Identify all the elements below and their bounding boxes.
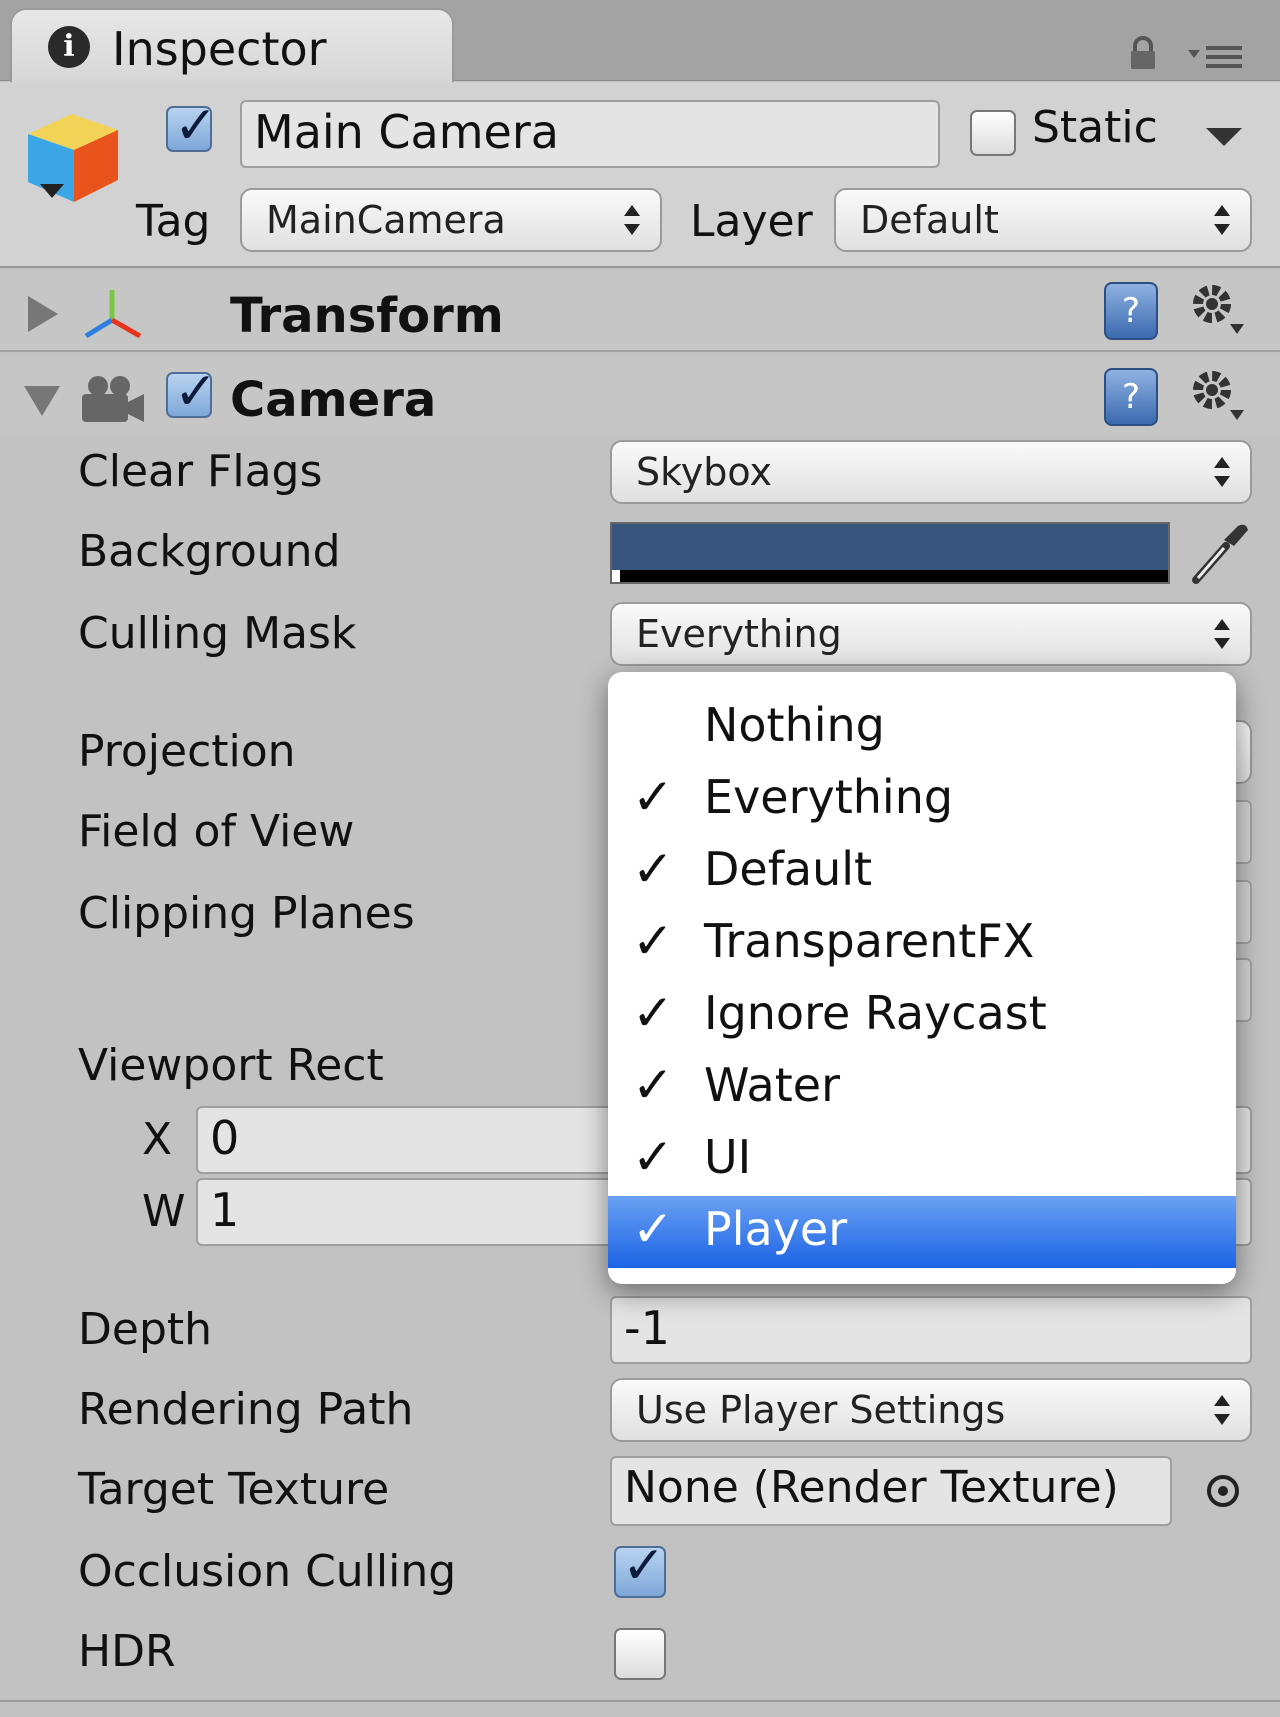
camera-help-icon[interactable]: ?	[1104, 368, 1158, 426]
camera-gear-icon[interactable]	[1188, 366, 1248, 426]
menu-item-label: Default	[704, 842, 873, 896]
menu-item-check: ✓	[632, 1056, 674, 1114]
rendering-path-dropdown[interactable]: Use Player Settings	[610, 1378, 1252, 1442]
menu-item-check: ✓	[632, 768, 674, 826]
occlusion-check-mark: ✓	[622, 1536, 666, 1596]
occlusion-culling-label: Occlusion Culling	[78, 1546, 457, 1597]
object-name-field[interactable]: Main Camera	[240, 100, 940, 168]
gameobject-cube-icon	[28, 114, 118, 202]
clear-flags-dropdown[interactable]: Skybox	[610, 440, 1252, 504]
target-texture-field[interactable]: None (Render Texture)	[610, 1456, 1172, 1526]
active-check-mark: ✓	[174, 96, 218, 156]
transform-gear-icon[interactable]	[1188, 280, 1248, 340]
culling-mask-value: Everything	[636, 612, 842, 656]
static-checkbox[interactable]	[970, 110, 1016, 156]
viewport-x-label: X	[142, 1114, 173, 1165]
depth-field[interactable]: -1	[610, 1296, 1252, 1364]
layer-dropdown-arrows-icon	[1214, 205, 1230, 235]
clear-flags-label: Clear Flags	[78, 446, 323, 497]
menu-item-nothing[interactable]: Nothing	[608, 692, 1236, 764]
projection-label: Projection	[78, 726, 296, 777]
target-texture-label: Target Texture	[78, 1464, 390, 1515]
viewport-rect-label: Viewport Rect	[78, 1040, 384, 1091]
clear-flags-arrows-icon	[1214, 457, 1230, 487]
camera-icon	[82, 376, 144, 422]
culling-mask-arrows-icon	[1214, 619, 1230, 649]
viewport-w-field[interactable]: 1	[196, 1178, 616, 1246]
tag-value: MainCamera	[266, 198, 506, 242]
active-checkbox[interactable]: ✓	[166, 96, 218, 156]
menu-item-everything[interactable]: ✓ Everything	[608, 764, 1236, 836]
clipping-planes-label: Clipping Planes	[78, 888, 415, 939]
menu-item-label: Water	[704, 1058, 840, 1112]
menu-item-water[interactable]: ✓ Water	[608, 1052, 1236, 1124]
eyedropper-icon[interactable]	[1186, 520, 1252, 588]
menu-item-transparentfx[interactable]: ✓ TransparentFX	[608, 908, 1236, 980]
transform-foldout-icon[interactable]	[28, 296, 58, 332]
rendering-path-label: Rendering Path	[78, 1384, 414, 1435]
transform-axes-icon	[84, 290, 142, 339]
static-dropdown-icon[interactable]	[1204, 124, 1244, 148]
bottom-divider	[0, 1700, 1280, 1702]
camera-enabled-check-mark: ✓	[174, 362, 218, 422]
rendering-path-value: Use Player Settings	[636, 1388, 1006, 1432]
tab-menu-icon[interactable]	[1186, 42, 1246, 72]
menu-item-label: Nothing	[704, 698, 885, 752]
tab-title: Inspector	[112, 22, 327, 76]
camera-title: Camera	[230, 372, 437, 428]
tag-label: Tag	[136, 196, 211, 247]
hdr-checkbox[interactable]	[614, 1628, 666, 1680]
menu-item-default[interactable]: ✓ Default	[608, 836, 1236, 908]
menu-item-label: Ignore Raycast	[704, 986, 1047, 1040]
menu-item-ignore-raycast[interactable]: ✓ Ignore Raycast	[608, 980, 1236, 1052]
tag-dropdown[interactable]: MainCamera	[240, 188, 662, 252]
occlusion-culling-checkbox[interactable]: ✓	[614, 1536, 666, 1598]
menu-item-check: ✓	[632, 984, 674, 1042]
info-icon: i	[48, 26, 90, 68]
static-label: Static	[1032, 102, 1158, 153]
camera-foldout-icon[interactable]	[24, 386, 60, 416]
background-alpha-marker	[612, 570, 620, 582]
menu-item-ui[interactable]: ✓ UI	[608, 1124, 1236, 1196]
menu-item-check: ✓	[632, 912, 674, 970]
menu-item-label: Everything	[704, 770, 954, 824]
menu-item-check: ✓	[632, 1200, 674, 1258]
viewport-w-label: W	[142, 1186, 186, 1237]
transform-title: Transform	[230, 288, 504, 344]
field-of-view-label: Field of View	[78, 806, 355, 857]
menu-item-player[interactable]: ✓ Player	[608, 1196, 1236, 1268]
transform-header[interactable]	[0, 270, 1280, 352]
background-label: Background	[78, 526, 341, 577]
culling-mask-dropdown[interactable]: Everything	[610, 602, 1252, 666]
hdr-label: HDR	[78, 1626, 176, 1677]
transform-help-icon[interactable]: ?	[1104, 282, 1158, 340]
menu-item-label: TransparentFX	[704, 914, 1035, 968]
menu-item-check: ✓	[632, 840, 674, 898]
clear-flags-value: Skybox	[636, 450, 772, 494]
depth-label: Depth	[78, 1304, 213, 1355]
object-picker-icon[interactable]	[1204, 1472, 1242, 1510]
layer-dropdown[interactable]: Default	[834, 188, 1252, 252]
menu-item-label: UI	[704, 1130, 752, 1184]
rendering-path-arrows-icon	[1214, 1395, 1230, 1425]
camera-enabled-checkbox[interactable]: ✓	[166, 362, 218, 422]
culling-mask-label: Culling Mask	[78, 608, 357, 659]
viewport-x-field[interactable]: 0	[196, 1106, 616, 1174]
background-color-field[interactable]	[610, 522, 1170, 584]
layer-label: Layer	[690, 196, 813, 247]
menu-item-label: Player	[704, 1202, 848, 1256]
menu-item-check: ✓	[632, 1128, 674, 1186]
culling-mask-menu: Nothing ✓ Everything ✓ Default ✓ Transpa…	[608, 672, 1236, 1284]
background-alpha-bar	[612, 570, 1168, 582]
tag-dropdown-arrows-icon	[624, 205, 640, 235]
layer-value: Default	[860, 198, 999, 242]
lock-icon[interactable]	[1126, 36, 1160, 70]
